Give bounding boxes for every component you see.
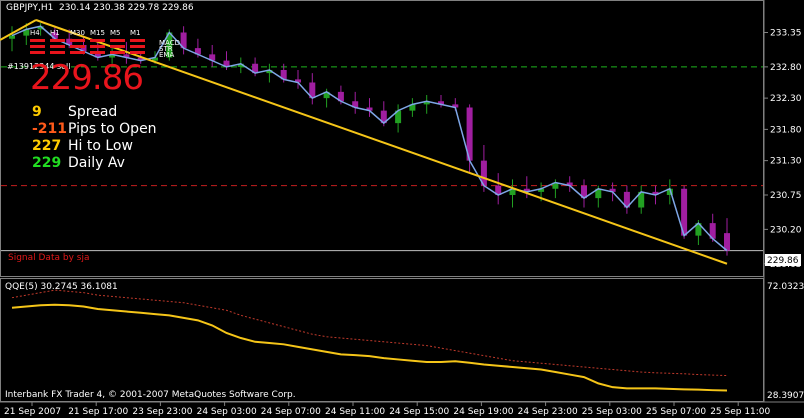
stats-panel: 9 Spread -211Pips to Open 227 Hi to Low 22…: [32, 103, 157, 171]
candle[interactable]: [423, 95, 430, 114]
timeframe-signal-bar[interactable]: [90, 39, 105, 42]
candle[interactable]: [9, 26, 15, 52]
candle[interactable]: [623, 185, 630, 214]
time-tick-label: 21 Sep 17:00: [68, 407, 128, 417]
candle[interactable]: [666, 179, 673, 205]
time-tick-label: 25 Sep 07:00: [646, 407, 706, 417]
timeframe-label: H4: [30, 29, 40, 37]
big-price-display: 229.86: [30, 58, 144, 98]
qqe-axis-top: 72.0323: [767, 282, 804, 292]
stat-label: Pips to Open: [68, 121, 157, 137]
time-tick-label: 25 Sep 03:00: [582, 407, 642, 417]
timeframe-signal-bar[interactable]: [30, 39, 45, 42]
time-tick-label: 24 Sep 07:00: [261, 407, 321, 417]
candle[interactable]: [509, 179, 516, 208]
time-tick-label: 21 Sep 2007: [4, 407, 61, 417]
price-tick-label: 230.20: [770, 225, 802, 235]
time-tick-label: 25 Sep 11:00: [710, 407, 770, 417]
signal-text: Signal Data by sja: [8, 253, 89, 263]
time-tick-label: 24 Sep 23:00: [518, 407, 578, 417]
timeframe-signal-bar[interactable]: [90, 51, 105, 54]
timeframe-signal-bar[interactable]: [50, 39, 65, 42]
chart-symbol: GBPJPY,H1 230.14 230.38 229.78 229.86: [6, 3, 194, 13]
qqe-main-line: [11, 303, 728, 392]
current-price-tag: 229.86: [767, 256, 799, 266]
qqe-axis-bottom: 28.3907: [767, 391, 804, 401]
time-tick-label: 24 Sep 11:00: [325, 407, 385, 417]
timeframe-signal-bar[interactable]: [70, 39, 85, 42]
stat-label: Daily Av: [68, 155, 125, 171]
timeframe-signal-bar[interactable]: [50, 51, 65, 54]
stat-label: Spread: [68, 104, 118, 120]
candle[interactable]: [495, 173, 502, 205]
time-axis-ticks: 21 Sep 2007 21 Sep 17:00 23 Sep 23:00 24 Se…: [4, 402, 771, 417]
timeframe-signal-bar[interactable]: [70, 45, 85, 48]
timeframe-signal-bar[interactable]: [30, 45, 45, 48]
price-tick-label: 231.30: [770, 157, 802, 167]
copyright-text: Interbank FX Trader 4, © 2001-2007 MetaQ…: [5, 390, 296, 400]
symbol-title: GBPJPY,H1: [6, 3, 54, 13]
candle[interactable]: [309, 73, 316, 105]
timeframe-label: M1: [130, 29, 141, 37]
timeframe-label: M15: [90, 29, 105, 37]
stat-label: Hi to Low: [68, 138, 133, 154]
candle[interactable]: [366, 98, 373, 117]
candle[interactable]: [638, 185, 645, 214]
stat-value: 9: [32, 104, 42, 120]
indicator-labels: MACDSTREMA: [159, 39, 180, 59]
price-tick-label: 233.35: [770, 29, 802, 39]
price-tick-label: 232.30: [770, 94, 802, 104]
timeframe-signal-bar[interactable]: [30, 51, 45, 54]
candle[interactable]: [295, 70, 301, 89]
timeframe-label: H1: [50, 29, 60, 37]
timeframe-signal-bar[interactable]: [70, 51, 85, 54]
candle[interactable]: [395, 104, 402, 133]
timeframe-label: M30: [70, 29, 85, 37]
price-tick-label: 231.80: [770, 125, 802, 135]
time-tick-label: 24 Sep 15:00: [389, 407, 449, 417]
timeframe-signal-bar[interactable]: [130, 51, 145, 54]
timeframe-signal-bar[interactable]: [50, 45, 65, 48]
timeframe-signal-bar[interactable]: [130, 45, 145, 48]
candle[interactable]: [581, 179, 587, 208]
stat-row-daily: 229 Daily Av: [32, 154, 157, 171]
stat-value: 227: [32, 138, 62, 154]
qqe-label: QQE(5) 30.2745 36.1081: [5, 282, 118, 292]
candle[interactable]: [566, 176, 573, 192]
candle[interactable]: [209, 45, 216, 67]
time-tick-label: 24 Sep 19:00: [453, 407, 513, 417]
indicator-label: EMA: [159, 51, 174, 59]
time-tick-label: 23 Sep 23:00: [132, 407, 192, 417]
timeframe-label: M5: [110, 29, 121, 37]
ohlc-readout: 230.14 230.38 229.78 229.86: [59, 3, 194, 13]
timeframe-signal-bar[interactable]: [90, 45, 105, 48]
stat-value: -211: [32, 121, 68, 137]
stat-value: 229: [32, 155, 62, 171]
timeframe-signal-bar[interactable]: [110, 45, 125, 48]
qqe-signal-line: [11, 289, 728, 377]
price-tick-label: 232.80: [770, 63, 802, 73]
candle[interactable]: [409, 98, 416, 117]
time-tick-label: 24 Sep 03:00: [197, 407, 257, 417]
timeframe-signal-bar[interactable]: [110, 51, 125, 54]
candle[interactable]: [352, 91, 359, 114]
timeframe-signal-bar[interactable]: [130, 39, 145, 42]
stat-row-pips: -211Pips to Open: [32, 120, 157, 137]
candle[interactable]: [438, 95, 444, 108]
candle-body: [9, 35, 15, 39]
timeframe-signal-bar[interactable]: [110, 39, 125, 42]
price-axis-ticks: 233.35 232.80 232.30 231.80 231.30 230.75 230.…: [764, 29, 802, 270]
candle[interactable]: [180, 26, 187, 55]
price-tick-label: 230.75: [770, 191, 802, 201]
stat-row-spread: 9 Spread: [32, 103, 157, 120]
stat-row-hilo: 227 Hi to Low: [32, 137, 157, 154]
